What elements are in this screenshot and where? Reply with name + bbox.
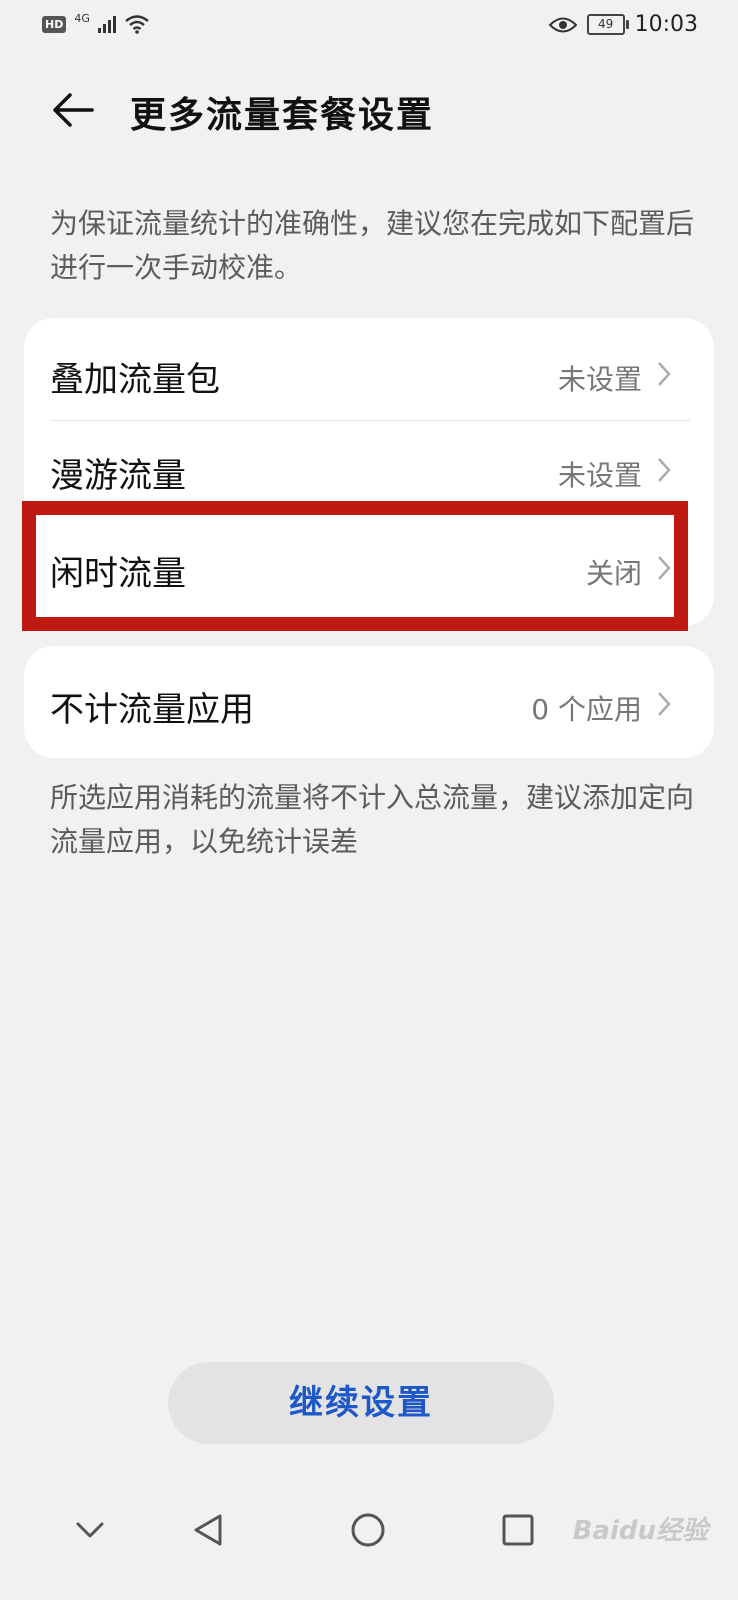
signal-icon [97, 15, 116, 33]
status-bar: HD 4G 49 10:03 [0, 0, 738, 56]
setting-row-exempt-apps[interactable]: 不计流量应用 0 个应用 [24, 646, 714, 758]
exempt-apps-card: 不计流量应用 0 个应用 [24, 646, 714, 758]
description-text: 为保证流量统计的准确性，建议您在完成如下配置后进行一次手动校准。 [50, 207, 695, 284]
setting-value: 0 个应用 [531, 693, 642, 726]
setting-value: 未设置 [557, 363, 642, 396]
note-text: 所选应用消耗的流量将不计入总流量，建议添加定向流量应用，以免统计误差 [50, 781, 695, 858]
arrow-left-icon[interactable] [46, 84, 98, 136]
chevron-right-icon [658, 362, 671, 386]
clock: 10:03 [634, 12, 698, 37]
chevron-right-icon [658, 458, 671, 482]
watermark-logo: Baidu经验 [572, 1516, 708, 1546]
header: 更多流量套餐设置 [0, 78, 738, 148]
network-type: 4G [74, 11, 90, 25]
setting-value: 未设置 [557, 459, 642, 492]
setting-label: 漫游流量 [50, 456, 186, 496]
highlight-box [22, 501, 688, 631]
page-title: 更多流量套餐设置 [130, 95, 435, 136]
wifi-icon [125, 15, 149, 34]
eye-icon [548, 17, 577, 32]
chevron-right-icon [658, 692, 671, 716]
battery-icon: 49 [586, 14, 629, 35]
recent-square-icon[interactable] [496, 1508, 540, 1552]
setting-label: 叠加流量包 [50, 360, 220, 400]
chevron-down-icon[interactable] [68, 1508, 112, 1552]
continue-button[interactable]: 继续设置 [168, 1362, 554, 1444]
home-circle-icon[interactable] [346, 1508, 390, 1552]
hd-icon: HD [42, 15, 67, 33]
divider [50, 420, 690, 421]
back-triangle-icon[interactable] [188, 1508, 232, 1552]
setting-row-addon-package[interactable]: 叠加流量包 未设置 [24, 318, 714, 422]
setting-label: 不计流量应用 [50, 690, 254, 730]
